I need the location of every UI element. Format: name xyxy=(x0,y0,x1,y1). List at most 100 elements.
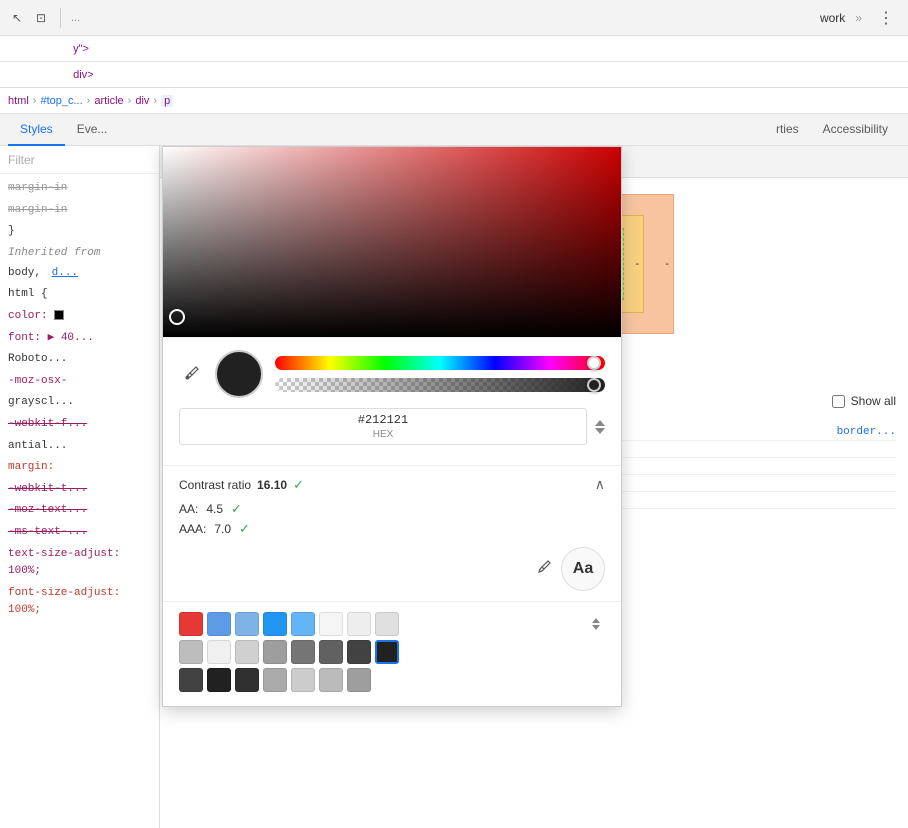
gray-val: grayscl... xyxy=(8,396,74,408)
swatch-gray3[interactable] xyxy=(375,612,399,636)
text-size-rule: text-size-adjust: 100%; xyxy=(0,544,159,583)
swatch-gray8[interactable] xyxy=(291,640,315,664)
swatch-red[interactable] xyxy=(179,612,203,636)
swatch-gray5[interactable] xyxy=(207,640,231,664)
style-prop-margin1: margin-in xyxy=(8,182,67,194)
dom-div-partial xyxy=(8,69,69,81)
scroll-up-arrow xyxy=(592,618,600,623)
swatch-gray1[interactable] xyxy=(319,612,343,636)
swatch-dark4[interactable] xyxy=(235,668,259,692)
hex-arrow-down[interactable] xyxy=(595,428,605,434)
breadcrumb-article[interactable]: article xyxy=(94,95,123,107)
toolbar-separator xyxy=(60,8,61,28)
breadcrumb-sep3: › xyxy=(128,95,132,107)
swatch-blue2[interactable] xyxy=(235,612,259,636)
antialias-val: antial... xyxy=(8,440,67,452)
color-rule: color: xyxy=(0,306,159,328)
alpha-slider[interactable] xyxy=(275,378,605,392)
breadcrumb-div[interactable]: div xyxy=(135,95,149,107)
style-prop-margin2: margin-in xyxy=(8,204,67,216)
contrast-label: Contrast ratio xyxy=(179,478,251,492)
hex-input-wrapper[interactable]: #212121 HEX xyxy=(179,408,587,445)
breadcrumb-p[interactable]: p xyxy=(161,95,173,107)
swatch-gray2[interactable] xyxy=(347,612,371,636)
more-menu-icon[interactable]: ⋮ xyxy=(872,4,900,32)
text-size-prop: text-size-adjust: 100%; xyxy=(8,548,120,578)
breadcrumb-html[interactable]: html xyxy=(8,95,29,107)
body-rule: body, d... xyxy=(0,263,159,285)
tab-accessibility[interactable]: Accessibility xyxy=(811,114,900,146)
tab-styles[interactable]: Styles xyxy=(8,114,65,146)
dom-div-tag: div> xyxy=(73,69,94,81)
toolbar-network-label[interactable]: work xyxy=(820,11,845,25)
contrast-check: ✓ xyxy=(293,477,304,493)
breadcrumb-topid[interactable]: #top_c... xyxy=(40,95,82,107)
contrast-title: Contrast ratio 16.10 ✓ xyxy=(179,477,304,493)
webkit-f-rule: -webkit-f... xyxy=(0,414,159,436)
swatch-mid4[interactable] xyxy=(347,668,371,692)
font-size-adjust: font-size-adjust: 100%; xyxy=(8,587,120,617)
hue-slider[interactable] xyxy=(275,356,605,370)
swatch-gray9[interactable] xyxy=(319,640,343,664)
webkit-t-prop: -webkit-t... xyxy=(8,483,87,495)
color-prop: color: xyxy=(8,310,48,322)
style-brace: } xyxy=(8,225,15,237)
tabs-row: Styles Eve... rties Accessibility xyxy=(0,114,908,146)
swatch-gray7[interactable] xyxy=(263,640,287,664)
toolbar-chevron: » xyxy=(855,11,862,25)
filter-bar: Filter xyxy=(0,146,159,174)
swatches-section xyxy=(163,601,621,706)
body-link[interactable]: d... xyxy=(52,267,78,279)
color-swatch-black[interactable] xyxy=(54,310,64,320)
moz-text-prop: -moz-text... xyxy=(8,504,87,516)
body-selector: body, xyxy=(8,267,41,279)
gradient-cursor xyxy=(169,309,185,325)
swatches-scroll-btn-row1[interactable] xyxy=(587,612,605,636)
contrast-details: AA: 4.5 ✓ AAA: 7.0 ✓ xyxy=(179,501,605,537)
swatch-blue4[interactable] xyxy=(291,612,315,636)
scroll-down-arrow xyxy=(592,625,600,630)
eyedropper-button[interactable] xyxy=(179,362,203,386)
swatch-gray10[interactable] xyxy=(347,640,371,664)
collapse-icon[interactable]: ∧ xyxy=(595,476,605,493)
swatch-blue1[interactable] xyxy=(207,612,231,636)
eyedropper-contrast-btn[interactable] xyxy=(535,560,551,579)
cursor-icon[interactable]: ↖ xyxy=(8,9,26,27)
dom-tag-y: y"> xyxy=(73,43,89,55)
swatch-blue3[interactable] xyxy=(263,612,287,636)
swatch-mid3[interactable] xyxy=(319,668,343,692)
contrast-header: Contrast ratio 16.10 ✓ ∧ xyxy=(179,476,605,493)
text-size-val: font-size-adjust: 100%; xyxy=(0,583,159,622)
toolbar-dots: ... xyxy=(71,12,814,24)
swatch-dark3[interactable] xyxy=(207,668,231,692)
color-preview xyxy=(215,350,263,398)
tab-properties[interactable]: rties xyxy=(764,114,811,146)
contrast-value: 16.10 xyxy=(257,478,287,492)
swatch-dark2[interactable] xyxy=(179,668,203,692)
color-gradient-area[interactable] xyxy=(163,147,621,337)
swatch-mid1[interactable] xyxy=(263,668,287,692)
swatch-dark1[interactable] xyxy=(375,640,399,664)
box-border-right[interactable]: - xyxy=(635,258,639,270)
ms-text-rule: -ms-text-... xyxy=(0,522,159,544)
inherited-label: Inherited from xyxy=(0,243,159,263)
panel-icon[interactable]: ⊡ xyxy=(32,9,50,27)
hex-row: #212121 HEX xyxy=(179,408,605,445)
swatch-gray6[interactable] xyxy=(235,640,259,664)
swatch-mid2[interactable] xyxy=(291,668,315,692)
breadcrumb-sep2: › xyxy=(87,95,91,107)
dom-tag-partial xyxy=(8,43,69,55)
breadcrumb: html › #top_c... › article › div › p xyxy=(0,88,908,114)
aaa-check: ✓ xyxy=(239,521,250,537)
aa-preview-button[interactable]: Aa xyxy=(561,547,605,591)
tab-event-listeners[interactable]: Eve... xyxy=(65,114,120,146)
hex-arrow-up[interactable] xyxy=(595,420,605,426)
swatch-gray4[interactable] xyxy=(179,640,203,664)
aaa-label: AAA: xyxy=(179,522,206,536)
picker-row1 xyxy=(179,350,605,398)
antialias-rule: antial... xyxy=(0,436,159,458)
box-margin-right[interactable]: - xyxy=(665,258,669,270)
styles-content: margin-in margin-in } Inherited from bod… xyxy=(0,174,159,828)
show-all-checkbox[interactable] xyxy=(832,395,845,408)
aa-row: AA: 4.5 ✓ xyxy=(179,501,605,517)
